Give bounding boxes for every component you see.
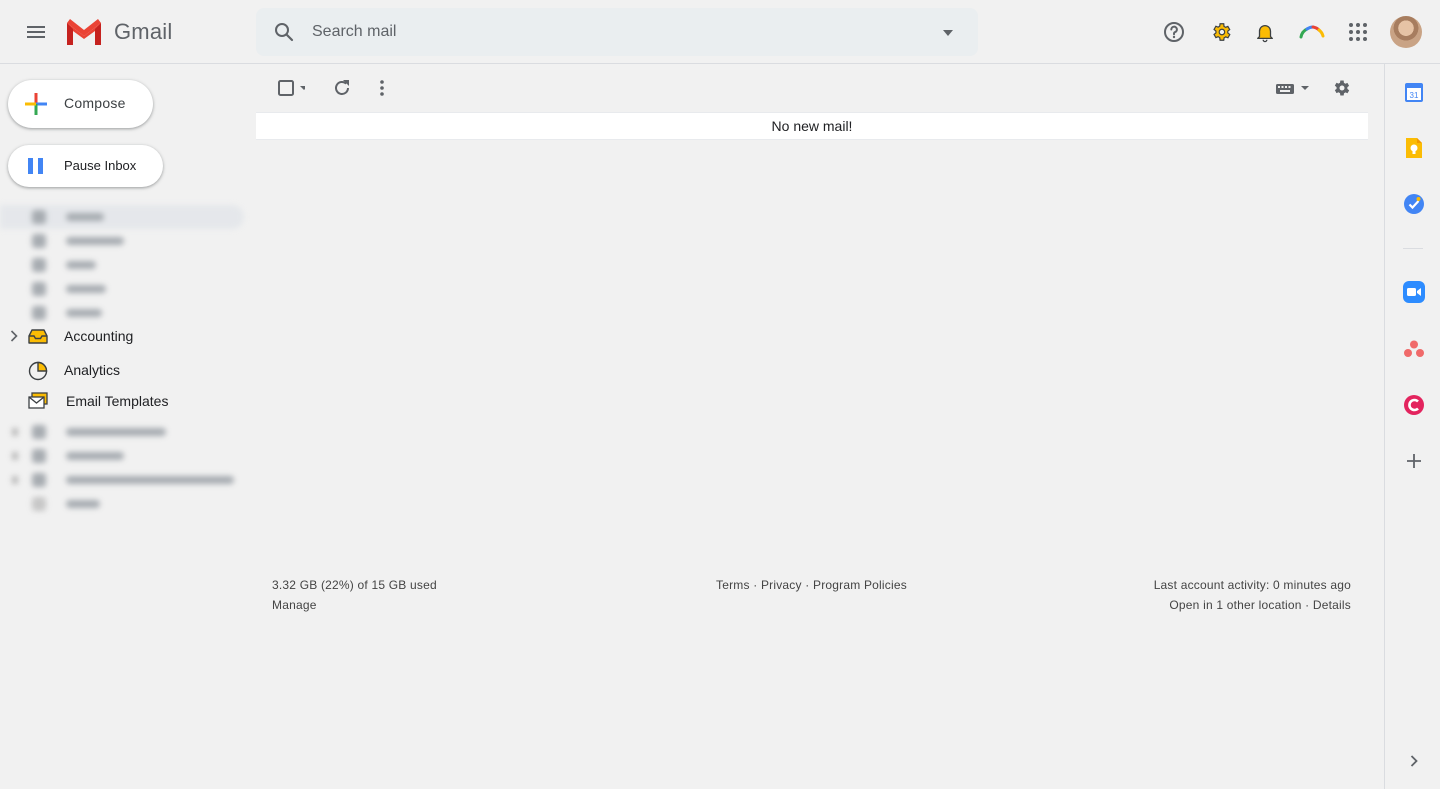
blurred-folder-row[interactable] xyxy=(0,205,244,229)
privacy-link[interactable]: Privacy xyxy=(761,578,802,592)
blurred-folder-row[interactable] xyxy=(0,444,244,468)
program-policies-link[interactable]: Program Policies xyxy=(813,578,907,592)
app-name: Gmail xyxy=(114,19,173,44)
pause-icon xyxy=(28,158,43,174)
asana-addon-button[interactable] xyxy=(1400,335,1428,363)
search-options-dropdown-icon[interactable] xyxy=(942,30,954,36)
gmail-logo[interactable]: Gmail xyxy=(64,16,172,48)
mail-toolbar xyxy=(256,64,1368,112)
blurred-folder-row[interactable] xyxy=(0,492,244,516)
separator: · xyxy=(753,578,758,592)
sidebar-item-accounting[interactable]: Accounting xyxy=(0,321,244,351)
terms-link[interactable]: Terms xyxy=(716,578,750,592)
empty-inbox-message: No new mail! xyxy=(256,112,1368,140)
compose-button[interactable]: Compose xyxy=(8,80,153,128)
plus-icon xyxy=(1407,454,1421,468)
sidebar-item-email-templates[interactable]: Email Templates xyxy=(0,386,244,416)
select-all-checkbox[interactable] xyxy=(270,68,310,108)
yellow-gear-icon xyxy=(1213,23,1231,41)
search-icon[interactable] xyxy=(272,20,296,44)
tasks-check-icon xyxy=(1404,194,1424,214)
asana-dots-icon xyxy=(1404,340,1424,357)
blurred-folder-row[interactable] xyxy=(0,253,244,277)
main-menu-button[interactable] xyxy=(16,12,56,52)
rainbow-arc-icon xyxy=(1299,25,1325,39)
pie-chart-icon xyxy=(28,361,48,381)
blurred-folder-row[interactable] xyxy=(0,277,244,301)
inbox-tray-icon xyxy=(28,329,48,344)
zoom-camera-icon xyxy=(1403,281,1425,303)
zoom-addon-button[interactable] xyxy=(1400,278,1428,306)
gear-icon xyxy=(1334,80,1350,96)
account-avatar[interactable] xyxy=(1390,16,1422,48)
policy-links: Terms · Privacy · Program Policies xyxy=(716,578,907,592)
manage-storage-link[interactable]: Manage xyxy=(272,598,317,612)
apps-grid-icon xyxy=(1349,23,1367,41)
clockify-c-icon xyxy=(1404,395,1424,415)
search-input[interactable] xyxy=(312,20,912,44)
input-tools-button[interactable] xyxy=(1268,68,1316,108)
get-addons-button[interactable] xyxy=(1400,447,1428,475)
blurred-folder-row[interactable] xyxy=(0,468,244,492)
clockify-addon-button[interactable] xyxy=(1400,391,1428,419)
tasks-addon-button[interactable] xyxy=(1400,190,1428,218)
pause-inbox-label: Pause Inbox xyxy=(64,158,137,173)
checkbox-icon xyxy=(278,80,305,96)
details-link[interactable]: Details xyxy=(1313,598,1351,612)
rail-divider xyxy=(1403,248,1423,249)
chevron-right-icon xyxy=(1410,755,1418,767)
separator: · xyxy=(1305,598,1310,612)
top-header: Gmail xyxy=(0,0,1440,64)
calendar-addon-button[interactable]: 31 xyxy=(1400,78,1428,106)
last-account-activity: Last account activity: 0 minutes ago xyxy=(1153,578,1351,592)
keep-lightbulb-icon xyxy=(1406,138,1422,158)
keyboard-icon xyxy=(1276,84,1309,94)
more-actions-button[interactable] xyxy=(362,68,402,108)
storage-usage: 3.32 GB (22%) of 15 GB used xyxy=(272,578,437,592)
help-icon xyxy=(1164,22,1184,42)
search-bar[interactable] xyxy=(256,8,978,56)
google-apps-button[interactable] xyxy=(1338,12,1378,52)
hide-side-panel-button[interactable] xyxy=(1400,747,1428,775)
refresh-icon xyxy=(335,80,349,95)
notifications-button[interactable] xyxy=(1245,12,1285,52)
keep-addon-button[interactable] xyxy=(1400,134,1428,162)
hamburger-menu-icon xyxy=(27,26,45,38)
calendar-day-text: 31 xyxy=(1410,91,1419,100)
settings-button[interactable] xyxy=(1322,68,1362,108)
more-vert-icon xyxy=(380,80,384,96)
rainbow-addon-button[interactable] xyxy=(1292,12,1332,52)
addons-side-panel: 31 xyxy=(1384,64,1440,789)
blurred-folder-row[interactable] xyxy=(0,420,244,444)
separator: · xyxy=(805,578,810,592)
compose-label: Compose xyxy=(64,95,126,111)
refresh-button[interactable] xyxy=(322,68,362,108)
support-button[interactable] xyxy=(1154,12,1194,52)
settings-addon-button[interactable] xyxy=(1201,12,1241,52)
pause-inbox-button[interactable]: Pause Inbox xyxy=(8,145,163,187)
blurred-folder-row[interactable] xyxy=(0,229,244,253)
gmail-m-icon xyxy=(67,19,101,45)
chevron-right-icon[interactable] xyxy=(10,330,18,342)
sidebar-item-label: Accounting xyxy=(64,328,134,344)
envelope-stack-icon xyxy=(28,392,48,409)
sidebar-item-analytics[interactable]: Analytics xyxy=(0,355,244,385)
compose-plus-icon xyxy=(25,93,47,115)
other-location-text: Open in 1 other location xyxy=(1169,598,1302,612)
account-location-info: Open in 1 other location · Details xyxy=(1169,598,1351,612)
sidebar-item-label: Analytics xyxy=(64,362,121,378)
sidebar-item-label: Email Templates xyxy=(66,393,169,409)
bell-icon xyxy=(1257,25,1273,43)
calendar-icon: 31 xyxy=(1405,83,1423,102)
